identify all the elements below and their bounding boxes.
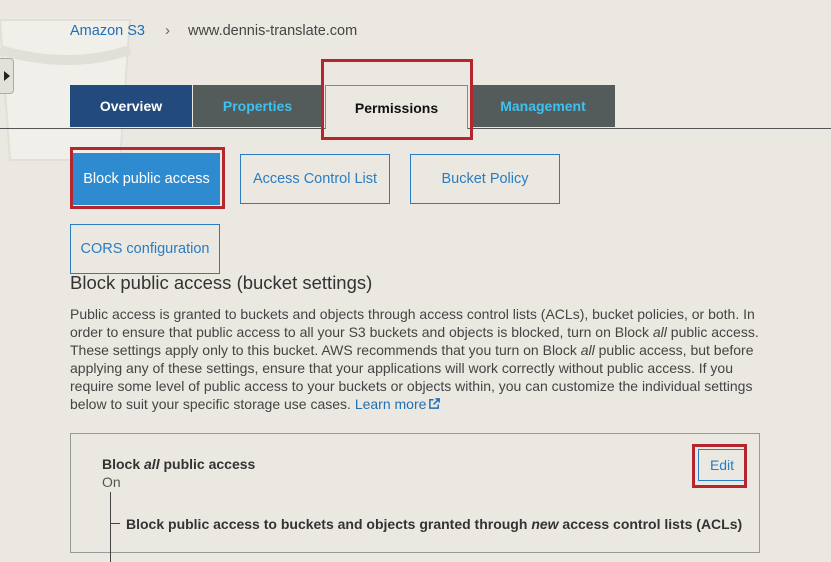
subtab-block-public-access[interactable]: Block public access [73, 153, 220, 205]
section-title: Block public access (bucket settings) [70, 272, 373, 293]
block-all-public-access-title: Block all public access [102, 456, 256, 472]
block-all-status: On [102, 474, 121, 490]
block-public-access-panel: Block all public access On Edit Block pu… [70, 433, 760, 562]
chevron-right-icon: › [164, 22, 170, 39]
breadcrumb-current-bucket: www.dennis-translate.com [187, 22, 358, 39]
sidebar-toggle-button[interactable] [0, 58, 14, 94]
learn-more-link[interactable]: Learn more [355, 396, 442, 412]
tab-permissions[interactable]: Permissions [325, 85, 468, 129]
breadcrumb-link-amazon-s3[interactable]: Amazon S3 [70, 23, 145, 39]
edit-button[interactable]: Edit [698, 449, 746, 481]
caret-right-icon [3, 71, 10, 81]
breadcrumb: Amazon S3 › www.dennis-translate.com [70, 22, 357, 39]
tree-connector [110, 492, 111, 562]
tab-properties[interactable]: Properties [193, 85, 322, 127]
subtab-access-control-list[interactable]: Access Control List [240, 154, 390, 204]
tab-management[interactable]: Management [471, 85, 615, 127]
tree-connector-branch [110, 523, 120, 524]
subtab-bucket-policy[interactable]: Bucket Policy [410, 154, 560, 204]
setting-new-acls: Block public access to buckets and objec… [126, 516, 743, 532]
external-link-icon [429, 398, 441, 409]
tab-overview[interactable]: Overview [70, 85, 192, 127]
subtab-cors-configuration[interactable]: CORS configuration [70, 224, 220, 274]
section-description: Public access is granted to buckets and … [70, 306, 759, 412]
